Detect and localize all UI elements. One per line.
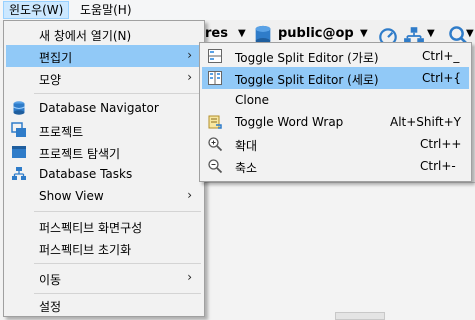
zoom-out-icon	[208, 159, 223, 174]
menu-item-label: 설정	[39, 300, 62, 314]
menu-item-shortcut: Ctrl+-	[420, 159, 456, 173]
menu-help[interactable]: 도움말(H)	[75, 1, 137, 19]
menu-item-label: 편집기	[39, 51, 73, 65]
toolbar-database-text: public@op	[278, 26, 354, 41]
menu-item-label: 축소	[235, 161, 258, 175]
menu-item-shortcut: Alt+Shift+Y	[390, 115, 461, 129]
menu-item-database-navigator[interactable]: Database Navigator	[6, 97, 202, 119]
divider	[205, 182, 475, 183]
menu-item-navigation[interactable]: 이동 ›	[6, 267, 202, 289]
project-explorer-icon	[12, 146, 26, 158]
menu-item-label: 프로젝트 탐색기	[39, 147, 121, 161]
database-navigator-icon	[13, 101, 25, 115]
menu-item-label: Database Navigator	[39, 101, 159, 115]
menu-item-toggle-split-vertical[interactable]: Toggle Split Editor (세로) Ctrl+{	[202, 67, 469, 89]
menu-item-toggle-word-wrap[interactable]: Toggle Word Wrap Alt+Shift+Y	[202, 111, 469, 133]
split-horizontal-icon	[208, 49, 222, 63]
menu-item-label: Show View	[39, 189, 104, 203]
chevron-right-icon: ›	[187, 270, 192, 284]
menu-item-reset-perspective[interactable]: 퍼스펙티브 초기화	[6, 237, 202, 259]
menu-item-shortcut: Ctrl+{	[422, 71, 462, 85]
menu-item-clone[interactable]: Clone	[202, 89, 469, 111]
menu-item-label: Toggle Split Editor (가로)	[235, 51, 379, 65]
menu-item-open-new-window[interactable]: 새 창에서 열기(N)	[6, 23, 202, 45]
menu-item-database-tasks[interactable]: Database Tasks	[6, 163, 202, 185]
bottom-tab-stub	[335, 312, 385, 320]
menu-item-label: 퍼스펙티브 초기화	[39, 243, 132, 257]
menu-item-preferences[interactable]: 설정	[6, 294, 202, 316]
menubar: 윈도우(W) 도움말(H)	[0, 0, 475, 20]
menu-item-editor[interactable]: 편집기 ›	[6, 45, 202, 67]
word-wrap-icon	[208, 115, 222, 129]
menu-separator	[34, 211, 201, 212]
menu-item-project-explorer[interactable]: 프로젝트 탐색기	[6, 141, 202, 163]
menu-separator	[34, 93, 201, 94]
toolbar-dropdown-icon[interactable]: ▼	[238, 28, 246, 39]
menu-item-label: 퍼스펙티브 화면구성	[39, 221, 143, 235]
toolbar-network-dropdown-icon[interactable]: ▼	[427, 28, 435, 39]
menu-item-customize-perspective[interactable]: 퍼스펙티브 화면구성	[6, 215, 202, 237]
menu-item-toggle-split-horizontal[interactable]: Toggle Split Editor (가로) Ctrl+_	[202, 45, 469, 67]
toolbar-search-dropdown-icon[interactable]: ▼	[466, 28, 474, 39]
menu-item-label: 프로젝트	[39, 125, 84, 139]
menu-item-label: Toggle Split Editor (세로)	[235, 73, 379, 87]
menu-item-zoom-out[interactable]: 축소 Ctrl+-	[202, 155, 469, 177]
projects-icon	[11, 122, 26, 137]
menu-item-label: Clone	[235, 93, 270, 107]
chevron-right-icon: ›	[187, 48, 192, 62]
menu-item-label: Database Tasks	[39, 167, 133, 181]
menu-item-label: 모양	[39, 73, 62, 87]
menu-item-projects[interactable]: 프로젝트	[6, 119, 202, 141]
menu-item-zoom-in[interactable]: 확대 Ctrl++	[202, 133, 469, 155]
menu-item-show-view[interactable]: Show View ›	[6, 185, 202, 207]
toolbar-res-text: res	[205, 26, 228, 41]
menu-separator	[34, 263, 201, 264]
menu-window[interactable]: 윈도우(W)	[3, 1, 70, 19]
database-tasks-icon	[12, 167, 26, 180]
menu-item-label: 새 창에서 열기(N)	[39, 29, 132, 43]
editor-submenu: Toggle Split Editor (가로) Ctrl+_ Toggle S…	[199, 42, 472, 182]
window-menu: 새 창에서 열기(N) 편집기 › 모양 › Database Navigato…	[3, 20, 205, 317]
menu-item-appearance[interactable]: 모양 ›	[6, 67, 202, 89]
menu-item-shortcut: Ctrl+_	[422, 49, 460, 63]
chevron-right-icon: ›	[187, 70, 192, 84]
menu-item-label: 이동	[39, 273, 62, 287]
menu-item-shortcut: Ctrl++	[420, 137, 462, 151]
toolbar-db-dropdown-icon[interactable]: ▼	[360, 28, 368, 39]
split-vertical-icon	[208, 71, 222, 85]
chevron-right-icon: ›	[187, 188, 192, 202]
menu-item-label: Toggle Word Wrap	[235, 115, 344, 129]
menu-item-label: 확대	[235, 139, 258, 153]
zoom-in-icon	[208, 137, 223, 152]
